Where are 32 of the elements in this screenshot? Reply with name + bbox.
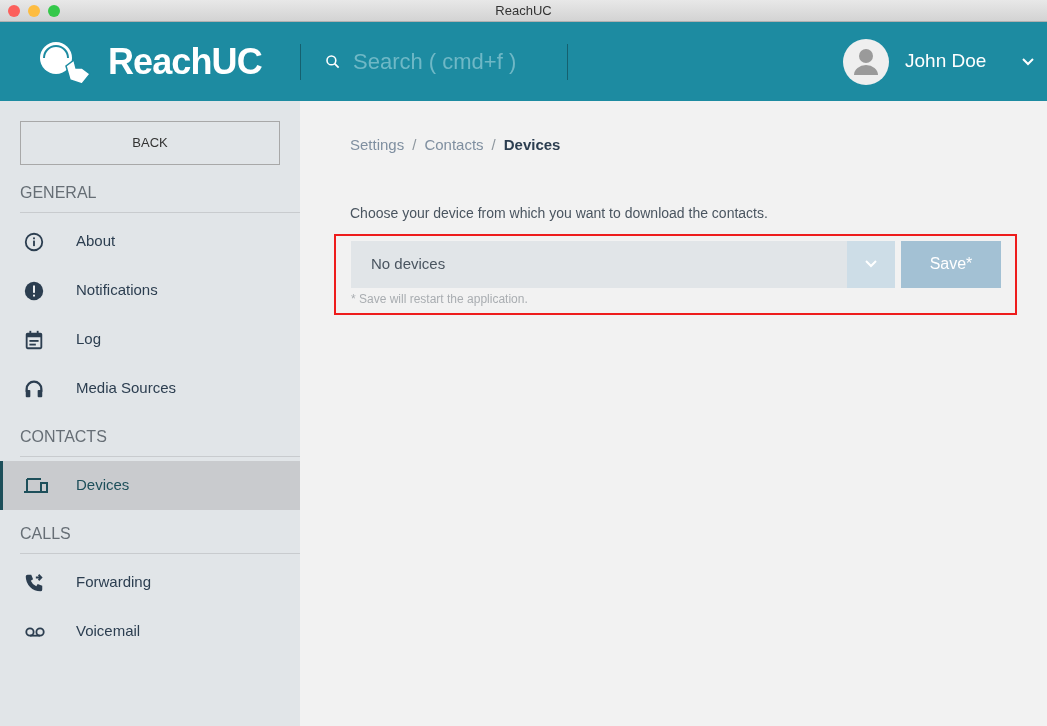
sidebar-item[interactable]: Devices <box>0 461 300 510</box>
sidebar-item[interactable]: Log <box>0 315 300 364</box>
window-title: ReachUC <box>495 1 552 20</box>
section-heading: GENERAL <box>20 182 97 203</box>
minimize-button[interactable] <box>28 4 40 17</box>
calendar-icon <box>23 328 45 351</box>
sidebar-item[interactable]: Media Sources <box>0 364 300 413</box>
user-menu[interactable]: John Doe <box>843 38 1047 85</box>
section-heading: CALLS <box>20 523 71 544</box>
breadcrumb-separator: / <box>491 135 496 155</box>
sidebar-item[interactable]: Notifications <box>0 266 300 315</box>
back-button[interactable]: BACK <box>20 121 280 165</box>
sidebar-item[interactable]: Voicemail <box>0 607 300 656</box>
alert-icon <box>23 279 45 302</box>
search-field[interactable]: Search ( cmd+f ) <box>301 45 567 78</box>
close-button[interactable] <box>8 4 20 17</box>
sidebar-item[interactable]: Forwarding <box>0 558 300 607</box>
section-heading: CONTACTS <box>20 426 107 447</box>
prompt-text: Choose your device from which you want to download the contacts. <box>350 203 769 223</box>
breadcrumb-separator: / <box>412 135 417 155</box>
device-select[interactable]: No devices <box>351 240 895 288</box>
chevron-down-icon <box>864 259 878 269</box>
breadcrumb-item: Devices <box>503 135 561 155</box>
info-icon <box>23 230 45 253</box>
chevron-down-icon <box>1021 56 1035 67</box>
sidebar-item[interactable]: About <box>0 217 300 266</box>
avatar-icon <box>843 38 889 85</box>
zoom-button[interactable] <box>48 4 60 17</box>
restart-note: * Save will restart the application. <box>351 290 529 308</box>
phone-forward-icon <box>23 571 45 594</box>
brand-name: ReachUC <box>108 39 262 84</box>
user-name: John Doe <box>905 49 988 74</box>
